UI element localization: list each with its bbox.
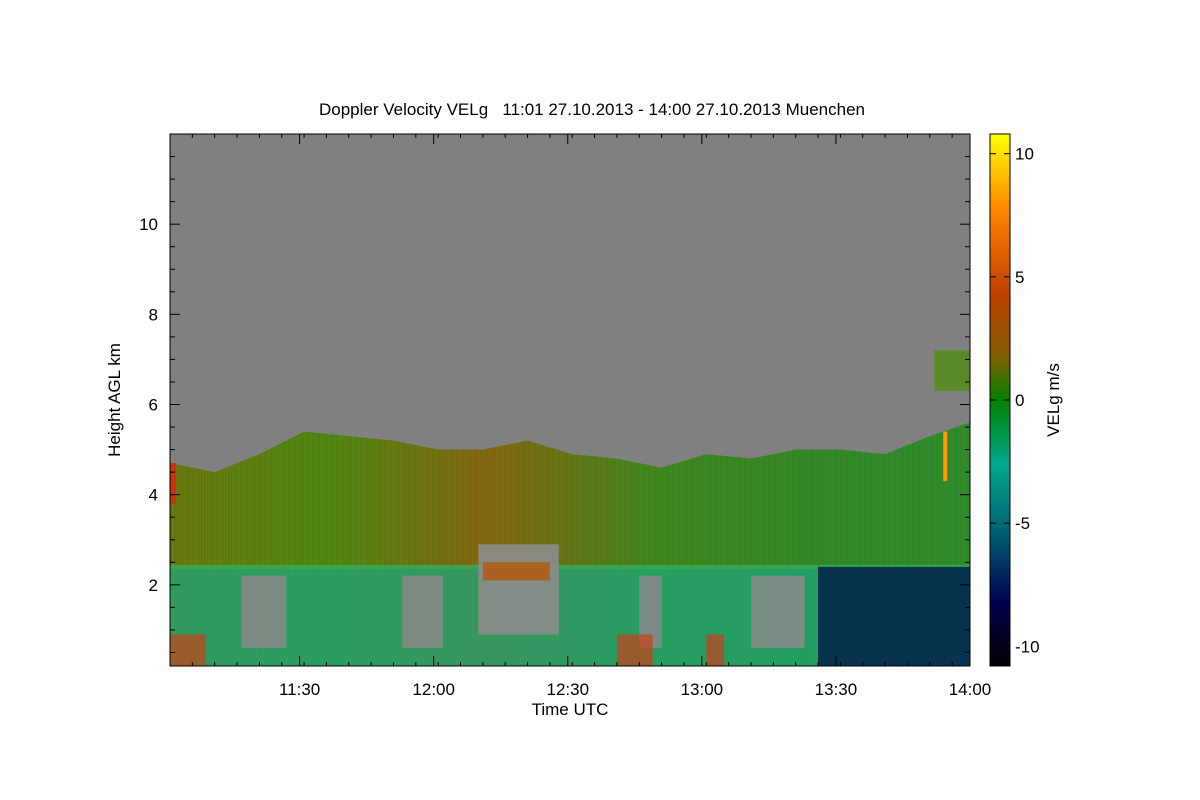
strong-updraft-spot — [943, 431, 948, 482]
colorbar-tick-label: 5 — [1015, 268, 1024, 287]
updraft-band — [482, 562, 550, 581]
x-tick-label: 12:30 — [546, 680, 589, 699]
colorbar-tick-label: 10 — [1015, 145, 1034, 164]
near-surface-echo-1 — [170, 634, 206, 666]
y-tick-label: 10 — [139, 215, 158, 234]
clear-air-gap-4 — [751, 575, 805, 648]
near-surface-echo-2 — [616, 634, 653, 666]
x-tick-label: 11:30 — [279, 680, 320, 699]
y-tick-label: 2 — [149, 576, 158, 595]
near-surface-echo-3 — [706, 634, 725, 666]
clear-air-gap-2 — [402, 575, 443, 648]
x-tick-label: 13:30 — [815, 680, 858, 699]
x-tick-label: 13:00 — [681, 680, 724, 699]
strong-downdraft-zone — [818, 566, 970, 666]
left-edge-echo — [170, 463, 176, 504]
x-tick-label: 12:00 — [412, 680, 455, 699]
chart-title: Doppler Velocity VELg 11:01 27.10.2013 -… — [319, 100, 865, 119]
clear-air-gap-5 — [478, 544, 559, 635]
colorbar-tick-label: -5 — [1015, 514, 1030, 533]
chart: Doppler Velocity VELg 11:01 27.10.2013 -… — [105, 100, 1063, 719]
clear-air-gap-1 — [241, 575, 287, 648]
y-tick-label: 8 — [149, 305, 158, 324]
y-tick-label: 6 — [149, 396, 158, 415]
plot-area: 11:30 12:00 12:30 13:00 13:30 14:00 2 4 6 8 10 — [139, 133, 992, 699]
x-axis-label: Time UTC — [532, 700, 609, 719]
y-tick-label: 4 — [149, 486, 158, 505]
x-tick-label: 14:00 — [949, 680, 992, 699]
upper-echo-patch — [934, 350, 970, 391]
y-axis-label: Height AGL km — [105, 343, 124, 457]
colorbar-tick-label: 0 — [1015, 391, 1024, 410]
colorbar-tick-label: -10 — [1015, 637, 1040, 656]
colorbar: 10 5 0 -5 -10 VELg m/s — [989, 133, 1063, 667]
colorbar-label: VELg m/s — [1044, 363, 1063, 437]
